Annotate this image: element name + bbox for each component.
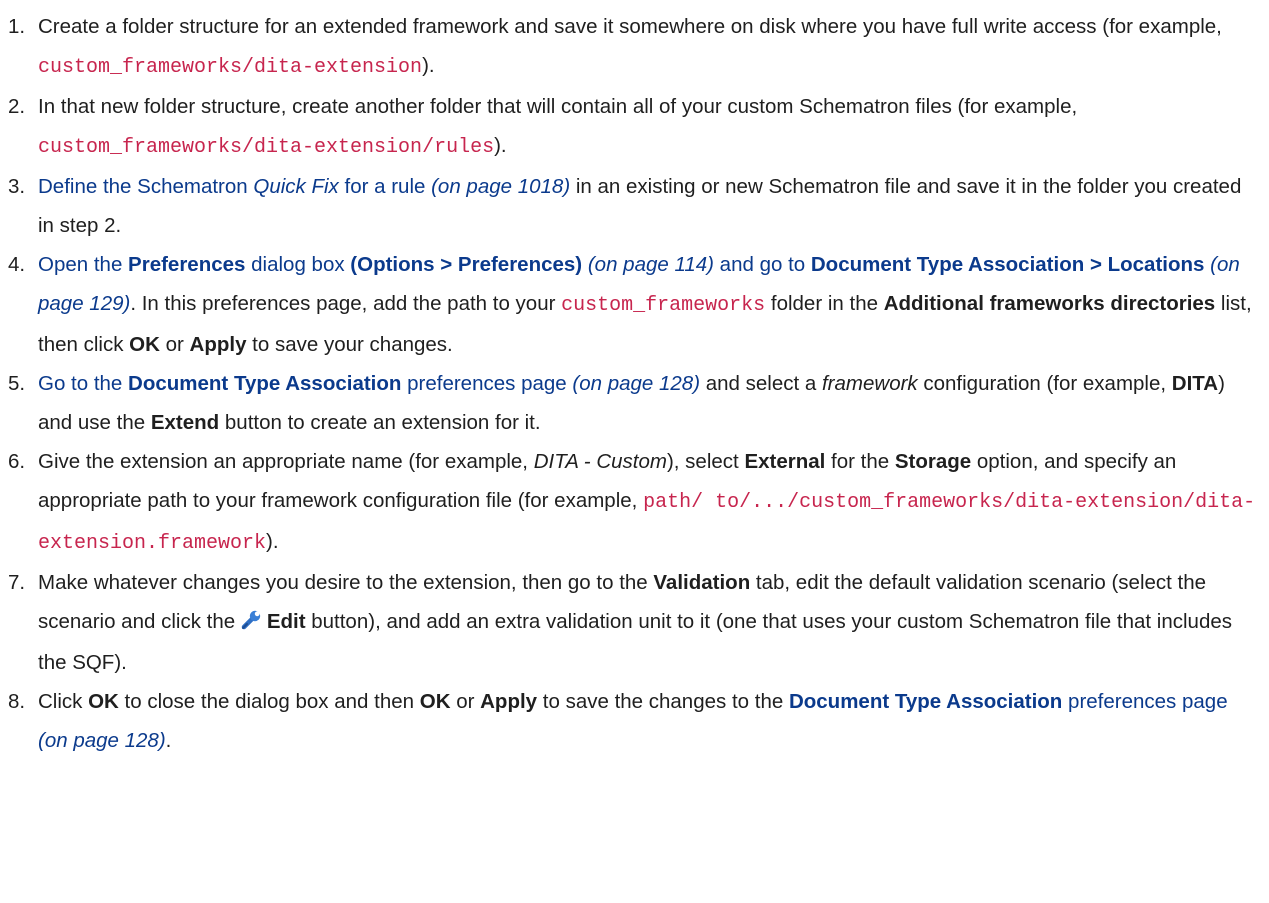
code-path: custom_frameworks [561,294,766,317]
step-link-text[interactable]: Go to the [38,372,128,395]
step-text: and select a [700,372,822,395]
step-text: Click [38,690,89,713]
step-link-text[interactable]: Quick Fix [253,175,338,198]
step-link-text[interactable]: (on page 128) [572,372,700,395]
step-8: 8. Click OK to close the dialog box and t… [8,682,1261,760]
step-text: framework [821,372,918,395]
step-5: 5. Go to the Document Type Association pr… [8,364,1261,442]
step-text: or [159,333,190,356]
step-link-text[interactable]: Document Type Association [128,372,401,395]
ui-term: Validation [653,571,751,594]
step-link-text[interactable]: (on page 114) [588,253,714,276]
step-link-text[interactable]: (on page 1018) [431,175,570,198]
step-link-text[interactable]: preferences page [1062,690,1228,713]
step-link-text[interactable]: Document Type Association > Locations [811,253,1205,276]
ui-term: Apply [189,333,247,356]
step-1: 1. Create a folder structure for an exten… [8,7,1261,87]
step-text: folder in the [765,292,884,315]
ui-term: Edit [266,610,306,633]
step-6: 6. Give the extension an appropriate name… [8,442,1261,563]
step-link-text[interactable]: and go to [714,253,811,276]
code-path: custom_frameworks/dita-extension [38,56,423,79]
step-text: to save the changes to the [537,690,789,713]
step-number: 6. [8,450,26,473]
step-text: ), select [666,450,745,473]
ui-term: OK [129,333,160,356]
step-number: 5. [8,372,26,395]
step-4: 4. Open the Preferences dialog box (Optio… [8,245,1261,364]
step-text: . [165,729,172,752]
step-link-text[interactable]: Preferences [128,253,245,276]
step-text: ). [266,530,279,553]
step-number: 1. [8,15,26,38]
ui-term: DITA [1171,372,1219,395]
step-text: for the [825,450,895,473]
step-link-text[interactable]: Open the [38,253,128,276]
code-path: custom_frameworks/dita-extension/rules [38,136,495,159]
step-text: button to create an extension for it. [219,411,541,434]
ui-term: Apply [480,690,538,713]
step-text: ). [422,54,435,77]
ui-term: OK [419,690,451,713]
step-number: 3. [8,175,26,198]
step-number: 4. [8,253,26,276]
step-link-text[interactable]: preferences page [401,372,572,395]
step-7: 7. Make whatever changes you desire to th… [8,563,1261,682]
step-text: In that new folder structure, create ano… [38,95,1078,118]
step-text: . In this preferences page, add the path… [130,292,562,315]
step-2: 2. In that new folder structure, create a… [8,87,1261,167]
step-text: DITA - Custom [533,450,667,473]
ui-term: Storage [894,450,972,473]
step-link-text[interactable]: Define the Schematron [38,175,253,198]
step-text: Give the extension an appropriate name (… [38,450,534,473]
step-number: 7. [8,571,26,594]
ui-term: Additional frameworks directories [883,292,1216,315]
step-link-text[interactable]: (on page 128) [38,729,166,752]
step-text: to save your changes. [246,333,453,356]
wrench-icon [241,604,263,643]
step-text: Make whatever changes you desire to the … [38,571,654,594]
step-link-text[interactable]: for a rule [339,175,431,198]
step-link-text[interactable]: (Options > Preferences) [350,253,582,276]
step-text: ). [494,134,507,157]
step-text: configuration (for example, [917,372,1172,395]
step-link-text[interactable]: Document Type Association [789,690,1062,713]
step-text: to close the dialog box and then [118,690,420,713]
step-text: or [450,690,481,713]
procedure-steps: 1. Create a folder structure for an exten… [0,0,1269,760]
ui-term: External [744,450,826,473]
ui-term: OK [88,690,119,713]
step-text: Create a folder structure for an extende… [38,15,1222,38]
step-3: 3. Define the Schematron Quick Fix for a … [8,167,1261,245]
step-number: 8. [8,690,26,713]
step-link-text[interactable]: dialog box [245,253,350,276]
step-number: 2. [8,95,26,118]
ui-term: Extend [150,411,220,434]
